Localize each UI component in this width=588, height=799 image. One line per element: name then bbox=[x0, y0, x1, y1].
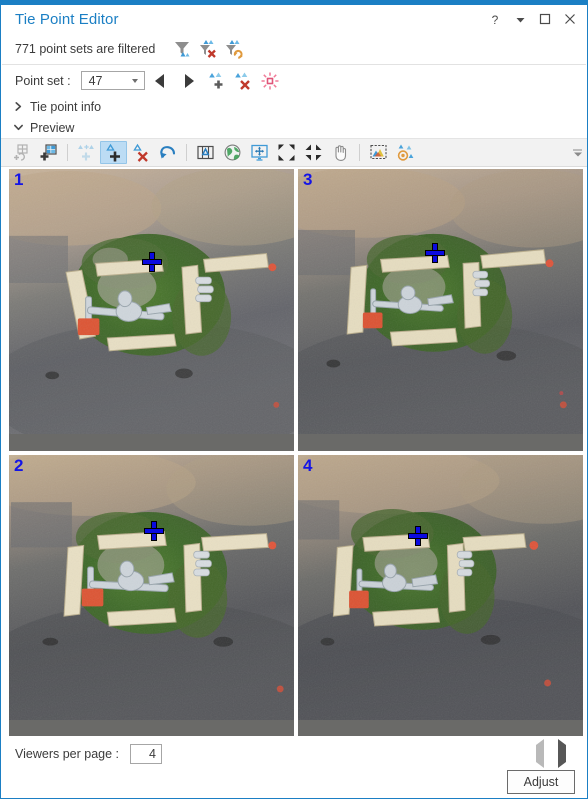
filter-status-row: 771 point sets are filtered bbox=[1, 33, 587, 64]
viewers-per-page-input[interactable]: 4 bbox=[130, 744, 162, 764]
chevron-right-icon bbox=[15, 102, 22, 111]
toolbar-overflow-button[interactable] bbox=[573, 149, 582, 156]
filter-delete-icon[interactable] bbox=[195, 37, 221, 61]
filter-refresh-icon[interactable] bbox=[221, 37, 247, 61]
viewer-2[interactable]: 2 bbox=[9, 454, 294, 736]
next-point-set-button[interactable] bbox=[175, 69, 205, 93]
help-button[interactable]: ? bbox=[488, 12, 502, 26]
viewers-per-page-row: Viewers per page : 4 bbox=[15, 738, 579, 770]
arrow-right-icon bbox=[558, 739, 566, 768]
bottom-bar: Viewers per page : 4 Adjust bbox=[1, 738, 587, 798]
tie-point-crosshair bbox=[406, 524, 430, 548]
viewer-3-label: 3 bbox=[303, 170, 313, 189]
next-page-button[interactable] bbox=[558, 739, 566, 768]
arrow-right-icon bbox=[185, 73, 195, 88]
viewer-1[interactable]: 1 bbox=[9, 169, 294, 451]
zoom-out-arrows-icon[interactable] bbox=[300, 141, 327, 164]
viewer-3-image bbox=[298, 169, 583, 435]
viewer-4[interactable]: 4 bbox=[298, 454, 583, 736]
tie-point-crosshair bbox=[142, 519, 166, 543]
filter-status-text: 771 point sets are filtered bbox=[15, 41, 156, 56]
viewers-per-page-label: Viewers per page : bbox=[15, 747, 119, 761]
window-controls: ? bbox=[488, 12, 581, 26]
undo-arrow-icon[interactable] bbox=[154, 141, 181, 164]
globe-icon[interactable] bbox=[219, 141, 246, 164]
viewer-3[interactable]: 3 bbox=[298, 169, 583, 451]
target-triangles-icon[interactable] bbox=[392, 141, 419, 164]
viewer-1-label: 1 bbox=[14, 170, 24, 189]
auto-match-icon[interactable] bbox=[73, 141, 100, 164]
toolbar-divider-3 bbox=[359, 144, 360, 161]
preview-toolbar bbox=[1, 138, 587, 167]
close-button[interactable] bbox=[563, 12, 577, 26]
tie-point-editor-window: Tie Point Editor ? 771 point sets are fi… bbox=[0, 0, 588, 799]
overflow-line bbox=[573, 149, 582, 150]
viewer-2-image bbox=[9, 454, 294, 720]
maximize-button[interactable] bbox=[538, 12, 552, 26]
preview-section-header[interactable]: Preview bbox=[1, 117, 587, 138]
viewer-2-label: 2 bbox=[14, 455, 24, 475]
point-set-select[interactable]: 47 bbox=[80, 71, 145, 90]
link-displays-icon[interactable] bbox=[246, 141, 273, 164]
viewer-1-image bbox=[9, 169, 294, 435]
viewer-grid: 1 3 2 4 bbox=[9, 169, 583, 736]
tie-point-info-section-header[interactable]: Tie point info bbox=[1, 96, 587, 117]
page-navigation bbox=[536, 739, 579, 768]
window-title: Tie Point Editor bbox=[15, 10, 119, 28]
grid-add-icon[interactable] bbox=[35, 141, 62, 164]
preview-label: Preview bbox=[30, 120, 75, 135]
chevron-down-icon bbox=[131, 78, 138, 83]
add-tie-point-icon[interactable] bbox=[205, 69, 231, 93]
filter-icon[interactable] bbox=[169, 37, 195, 61]
viewer-4-label: 4 bbox=[303, 455, 313, 475]
arrow-left-icon bbox=[536, 739, 544, 768]
previous-point-set-button[interactable] bbox=[145, 69, 175, 93]
center-point-icon[interactable] bbox=[192, 141, 219, 164]
grid-undo-icon[interactable] bbox=[8, 141, 35, 164]
delete-tie-point-icon[interactable] bbox=[231, 69, 257, 93]
toolbar-divider bbox=[67, 144, 68, 161]
adjust-button[interactable]: Adjust bbox=[507, 770, 575, 794]
point-set-label: Point set : bbox=[15, 73, 71, 88]
title-bar: Tie Point Editor ? bbox=[1, 5, 587, 33]
point-set-value: 47 bbox=[88, 73, 103, 88]
tie-point-info-label: Tie point info bbox=[30, 99, 102, 114]
add-triangle-icon[interactable] bbox=[100, 141, 127, 164]
chevron-down-icon bbox=[14, 124, 23, 131]
overflow-caret-icon bbox=[573, 152, 582, 156]
previous-page-button[interactable] bbox=[536, 739, 544, 768]
delete-triangle-icon[interactable] bbox=[127, 141, 154, 164]
svg-text:?: ? bbox=[492, 13, 499, 26]
action-row: Adjust bbox=[15, 770, 579, 798]
image-histogram-icon[interactable] bbox=[365, 141, 392, 164]
arrow-left-icon bbox=[155, 73, 165, 88]
preview-viewer-area: 1 3 2 4 bbox=[1, 167, 587, 738]
menu-dropdown-button[interactable] bbox=[513, 12, 527, 26]
tie-point-crosshair bbox=[423, 241, 447, 265]
toolbar-divider-2 bbox=[186, 144, 187, 161]
viewer-4-image bbox=[298, 454, 583, 720]
hand-pan-icon[interactable] bbox=[327, 141, 354, 164]
tie-point-crosshair bbox=[140, 250, 164, 274]
flash-icon[interactable] bbox=[257, 69, 283, 93]
point-set-row: Point set : 47 bbox=[1, 65, 587, 96]
zoom-in-arrows-icon[interactable] bbox=[273, 141, 300, 164]
